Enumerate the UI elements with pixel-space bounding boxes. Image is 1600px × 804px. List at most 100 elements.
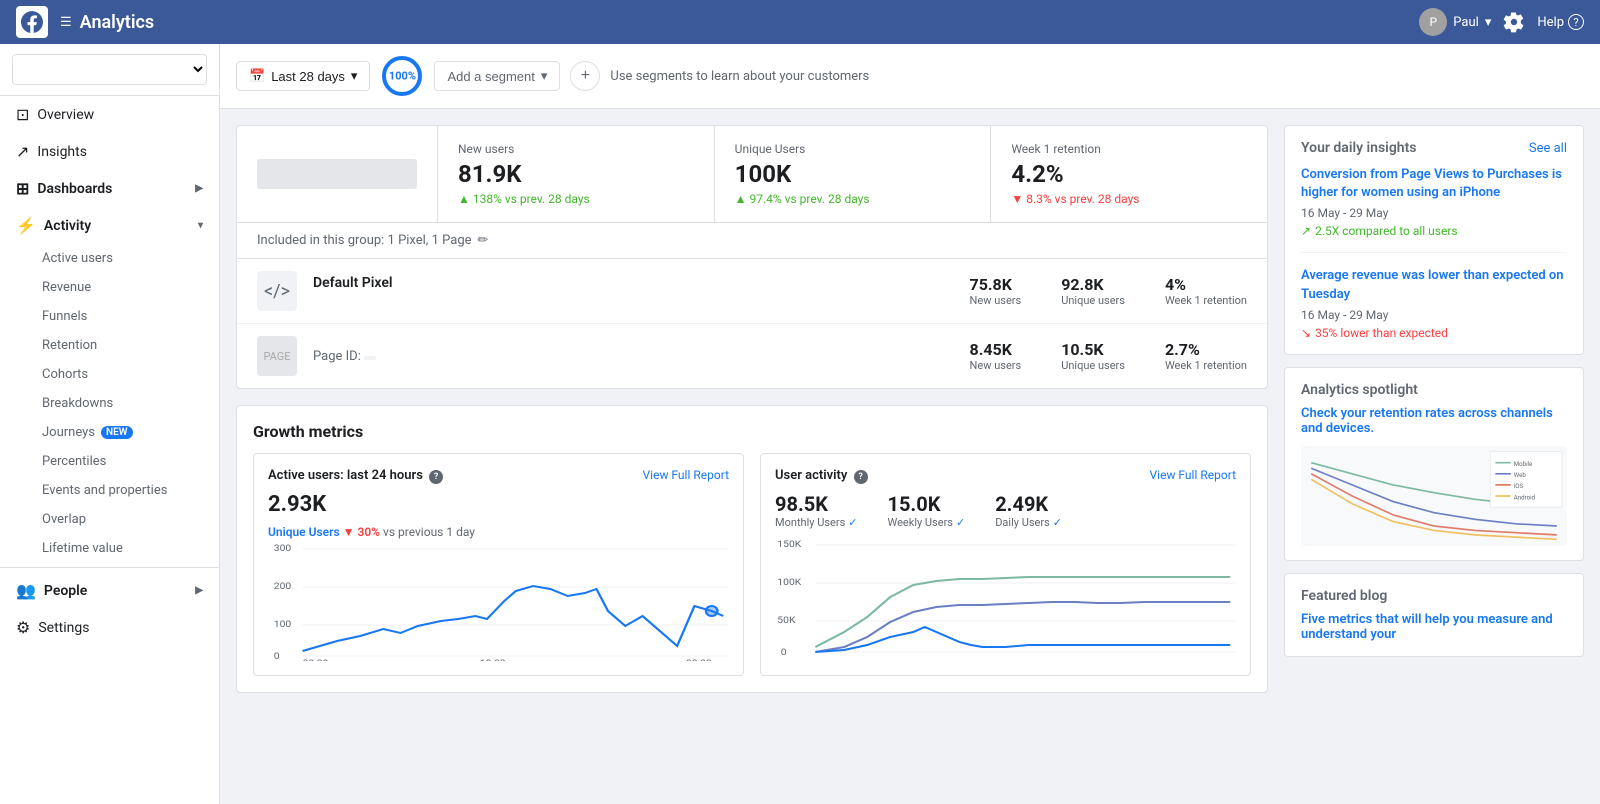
user-activity-title-text: User activity — [775, 468, 847, 483]
unique-users-prev: vs prev. 28 days — [785, 192, 870, 206]
pixel-metric-value-0: 75.8K — [970, 275, 1022, 294]
percent-value: 100% — [389, 70, 416, 83]
daily-users-label: Daily Users ✓ — [995, 516, 1062, 529]
overview-icon: ⊡ — [16, 105, 29, 124]
page-metric-0: 8.45K New users — [970, 340, 1022, 372]
unique-users-sub-label: Unique Users — [268, 525, 340, 539]
sidebar-item-activity[interactable]: ⚡ Activity ▾ — [0, 207, 219, 244]
sidebar-item-active-users[interactable]: Active users — [0, 244, 219, 273]
page-metric-2: 2.7% Week 1 retention — [1165, 340, 1247, 372]
retention-prev: vs prev. 28 days — [1055, 192, 1140, 206]
settings-icon-area[interactable] — [1503, 11, 1525, 33]
svg-text:100: 100 — [274, 620, 291, 630]
sidebar-item-overview[interactable]: ⊡ Overview — [0, 96, 219, 133]
user-activity-view-full[interactable]: View Full Report — [1150, 468, 1236, 482]
page-metric-value-2: 2.7% — [1165, 340, 1247, 359]
pixel-metric-1: 92.8K Unique users — [1061, 275, 1125, 307]
pixel-row-page: PAGE Page ID: 8.45K New users — [237, 324, 1267, 388]
spotlight-chart-svg: Mobile Web iOS Android — [1301, 446, 1567, 546]
weekly-label-text: Weekly Users — [887, 516, 953, 529]
featured-title: Featured blog — [1301, 588, 1567, 604]
calendar-icon: 📅 — [249, 68, 265, 84]
sidebar-item-breakdowns[interactable]: Breakdowns — [0, 389, 219, 418]
sidebar-subitem-journeys-label: Journeys — [42, 425, 95, 440]
featured-link[interactable]: Five metrics that will help you measure … — [1301, 612, 1567, 642]
sidebar-item-retention[interactable]: Retention — [0, 331, 219, 360]
monthly-label-text: Monthly Users — [775, 516, 845, 529]
insight-link-1[interactable]: Average revenue was lower than expected … — [1301, 267, 1567, 303]
user-chevron-icon: ▾ — [1485, 15, 1492, 30]
sidebar-item-revenue[interactable]: Revenue — [0, 273, 219, 302]
segment-chevron-icon: ▾ — [541, 68, 548, 84]
sidebar-item-insights-label: Insights — [37, 144, 87, 160]
insight-link-0[interactable]: Conversion from Page Views to Purchases … — [1301, 166, 1567, 202]
sidebar-item-journeys[interactable]: Journeys NEW — [0, 418, 219, 447]
pixel-metric-label-2: Week 1 retention — [1165, 294, 1247, 307]
sidebar-item-dashboards[interactable]: ⊞ Dashboards ▶ — [0, 170, 219, 207]
pixel-icon-default: </> — [257, 271, 297, 311]
retention-arrow-down-icon — [1011, 192, 1026, 206]
pixel-name-default: Default Pixel — [313, 275, 970, 291]
active-users-info-icon[interactable]: ? — [429, 470, 443, 484]
charts-row: Active users: last 24 hours ? View Full … — [253, 453, 1251, 676]
app-selector[interactable] — [0, 44, 219, 96]
username: Paul — [1453, 15, 1479, 30]
spotlight-chart: Mobile Web iOS Android — [1301, 446, 1567, 546]
sidebar-subitem-active-users-label: Active users — [42, 251, 113, 266]
pixel-id-default — [313, 293, 316, 306]
segment-label: Add a segment — [447, 69, 534, 84]
monthly-users-label: Monthly Users ✓ — [775, 516, 857, 529]
spotlight-link[interactable]: Check your retention rates across channe… — [1301, 406, 1567, 436]
add-button[interactable]: + — [570, 61, 600, 91]
analytics-spotlight-card: Analytics spotlight Check your retention… — [1284, 367, 1584, 561]
user-activity-chart-title: User activity ? — [775, 468, 868, 484]
sidebar-item-events-properties[interactable]: Events and properties — [0, 476, 219, 505]
weekly-check-icon: ✓ — [956, 516, 965, 529]
sidebar-item-overlap[interactable]: Overlap — [0, 505, 219, 534]
app-dropdown[interactable] — [12, 54, 207, 85]
hamburger-menu-icon[interactable]: ☰ — [60, 15, 72, 30]
active-users-chart-title: Active users: last 24 hours ? — [268, 468, 443, 484]
svg-text:00:00: 00:00 — [303, 659, 329, 661]
sidebar-item-percentiles[interactable]: Percentiles — [0, 447, 219, 476]
pixel-info-page: Page ID: — [313, 349, 970, 364]
user-activity-info-icon[interactable]: ? — [854, 470, 868, 484]
help-button[interactable]: Help ? — [1537, 14, 1584, 30]
user-activity-chart-header: User activity ? View Full Report — [775, 468, 1236, 484]
see-all-link[interactable]: See all — [1529, 141, 1567, 156]
featured-blog-card: Featured blog Five metrics that will hel… — [1284, 573, 1584, 657]
sidebar-item-funnels[interactable]: Funnels — [0, 302, 219, 331]
new-users-label: New users — [458, 142, 694, 156]
sidebar-item-settings[interactable]: ⚙ Settings — [0, 609, 219, 646]
retention-value: 4.2% — [1011, 160, 1247, 188]
pixel-metric-0: 75.8K New users — [970, 275, 1022, 307]
sidebar-item-people[interactable]: 👥 People ▶ — [0, 572, 219, 609]
new-users-value: 81.9K — [458, 160, 694, 188]
sidebar-subitem-cohorts-label: Cohorts — [42, 367, 88, 382]
user-menu[interactable]: P Paul ▾ — [1419, 8, 1491, 36]
add-segment-button[interactable]: Add a segment ▾ — [434, 61, 560, 91]
group-info-text: Included in this group: 1 Pixel, 1 Page — [257, 233, 472, 248]
help-question-icon: ? — [1568, 14, 1584, 30]
sidebar-subitem-events-label: Events and properties — [42, 483, 167, 498]
sidebar-item-insights[interactable]: ↗ Insights — [0, 133, 219, 170]
pixel-icon-page: PAGE — [257, 336, 297, 376]
sidebar-item-cohorts[interactable]: Cohorts — [0, 360, 219, 389]
page-metric-value-1: 10.5K — [1061, 340, 1125, 359]
user-activity-chart-area: 150K 100K 50K 0 — [775, 537, 1236, 657]
edit-icon[interactable]: ✏ — [478, 233, 489, 248]
active-users-view-full[interactable]: View Full Report — [643, 468, 729, 482]
date-range-button[interactable]: 📅 Last 28 days ▾ — [236, 61, 370, 91]
insights-title: Your daily insights — [1301, 140, 1417, 156]
date-range-chevron-icon: ▾ — [351, 68, 358, 84]
sidebar-item-lifetime-value[interactable]: Lifetime value — [0, 534, 219, 563]
insight-change-text-1: 35% lower than expected — [1315, 326, 1448, 340]
pixel-metric-label-1: Unique users — [1061, 294, 1125, 307]
active-users-change-value: 30% — [357, 525, 380, 539]
active-users-sub: Unique Users ▼ 30% vs previous 1 day — [268, 525, 729, 539]
sidebar-item-dashboards-label: Dashboards — [37, 181, 112, 197]
percent-circle[interactable]: 100% — [380, 54, 424, 98]
active-users-title-text: Active users: last 24 hours — [268, 468, 423, 483]
active-users-chart-header: Active users: last 24 hours ? View Full … — [268, 468, 729, 484]
summary-section: New users 81.9K 138% vs prev. 28 days Un… — [236, 125, 1268, 389]
